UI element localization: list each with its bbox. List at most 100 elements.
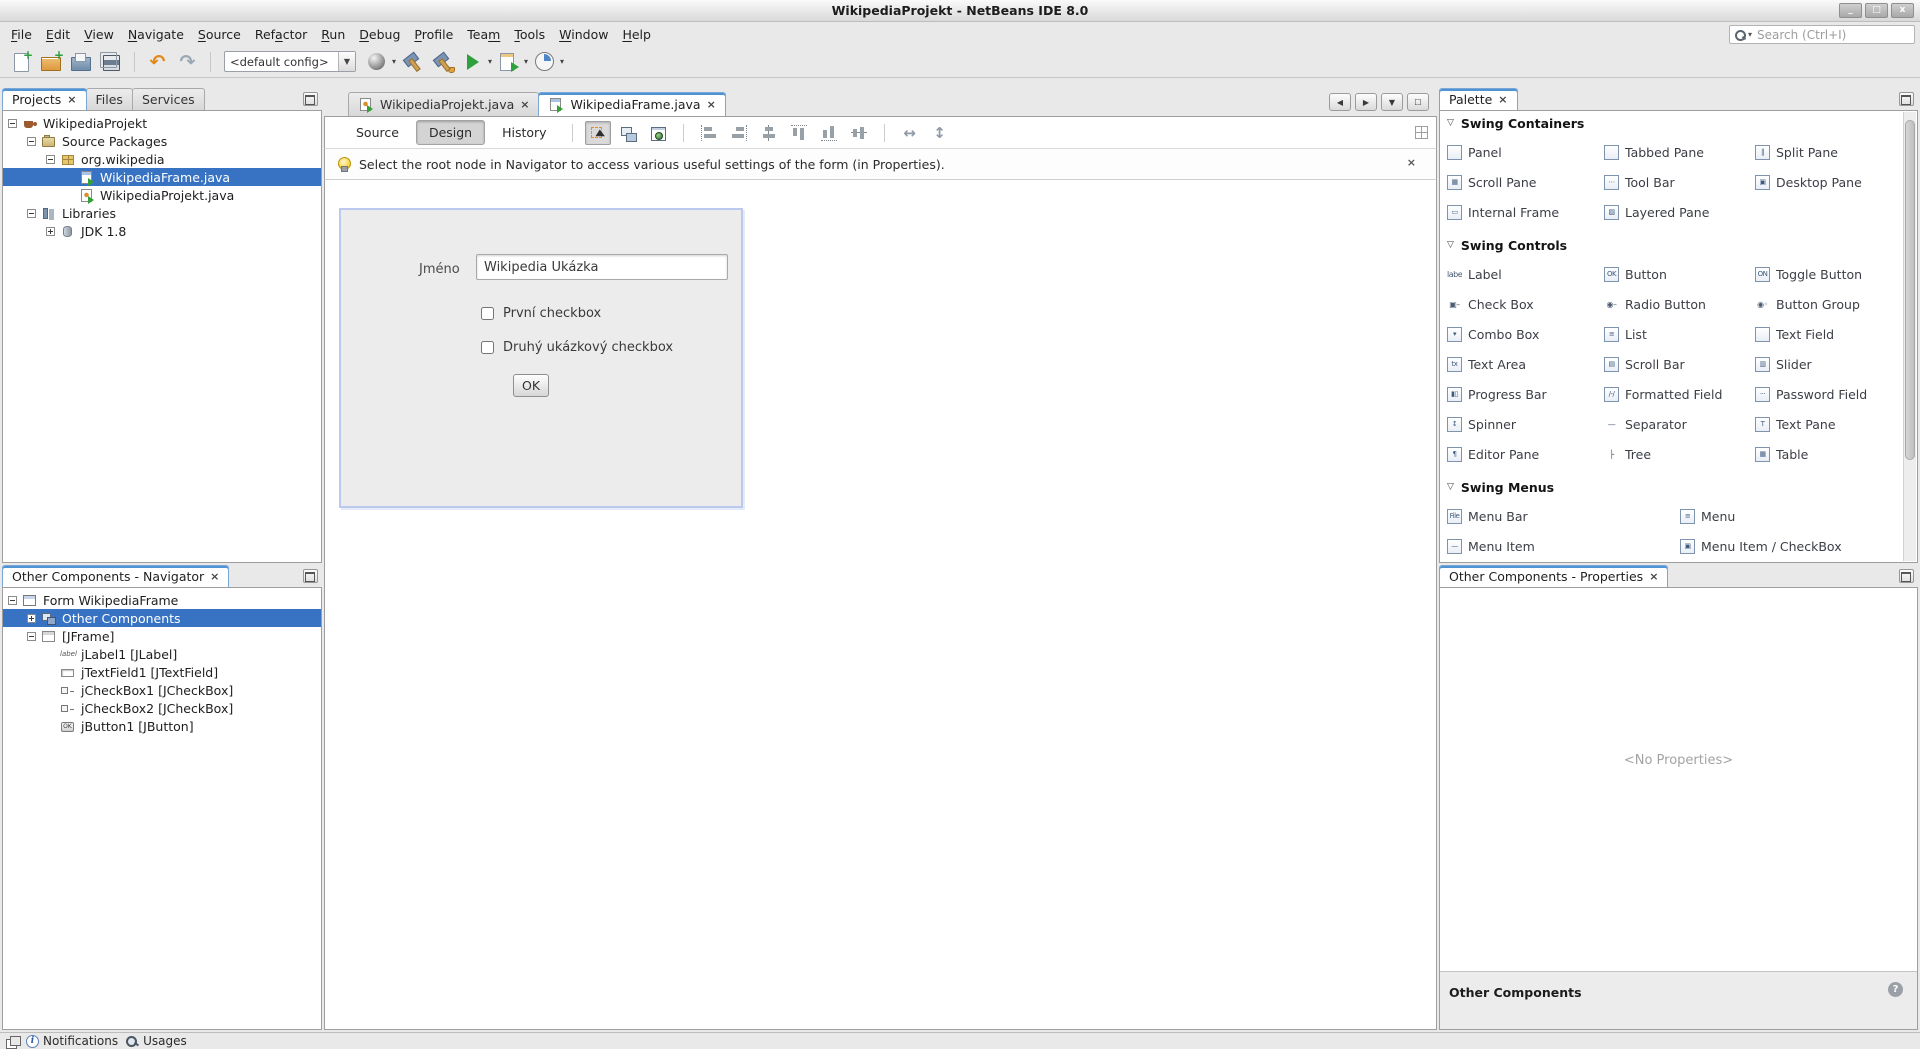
- center-horizontally-button[interactable]: [756, 121, 782, 145]
- palette-scrollbar[interactable]: [1903, 112, 1916, 561]
- tab-navigator[interactable]: Other Components - Navigator: [2, 565, 229, 587]
- palette-item[interactable]: /-/ Formatted Field: [1604, 384, 1755, 405]
- palette-item[interactable]: ◉◦ Button Group: [1755, 294, 1917, 315]
- tree-row[interactable]: [JFrame]: [3, 627, 321, 645]
- tree-row[interactable]: JDK 1.8: [3, 222, 321, 240]
- palette-item[interactable]: OK Button: [1604, 264, 1755, 285]
- globe-button[interactable]: [363, 49, 390, 75]
- form-checkbox1[interactable]: [481, 307, 494, 320]
- jframe-design-surface[interactable]: Jméno První checkbox Druhý ukázkový chec…: [339, 208, 743, 508]
- palette-item[interactable]: ▨ Layered Pane: [1604, 202, 1755, 223]
- tree-row[interactable]: Libraries: [3, 204, 321, 222]
- run-project-button[interactable]: [459, 49, 486, 75]
- palette-item[interactable]: ≡ Menu: [1680, 506, 1917, 527]
- tree-row[interactable]: WikipediaFrame.java: [3, 168, 321, 186]
- minimize-panel-button[interactable]: [303, 92, 318, 106]
- tree-toggle[interactable]: [27, 614, 36, 623]
- palette-item[interactable]: Panel: [1447, 142, 1604, 163]
- palette-item[interactable]: label Label: [1447, 264, 1604, 285]
- form-name-label[interactable]: Jméno: [419, 262, 460, 277]
- help-icon[interactable]: [1888, 982, 1903, 997]
- palette-item[interactable]: ON Toggle Button: [1755, 264, 1917, 285]
- scrollbar-thumb[interactable]: [1905, 120, 1915, 460]
- open-project-button[interactable]: [68, 49, 95, 75]
- palette-item[interactable]: Text Field: [1755, 324, 1917, 345]
- build-project-button[interactable]: [399, 49, 426, 75]
- scroll-tabs-right-button[interactable]: ▶: [1355, 93, 1377, 111]
- tree-toggle[interactable]: [46, 155, 55, 164]
- align-bottom-button[interactable]: [816, 121, 842, 145]
- menu-item[interactable]: File: [4, 25, 39, 44]
- palette-item[interactable]: — Menu Item: [1447, 536, 1680, 557]
- palette-item[interactable]: ▦ Table: [1755, 444, 1917, 465]
- tree-toggle[interactable]: [8, 119, 17, 128]
- menu-item[interactable]: Debug: [352, 25, 407, 44]
- tree-row[interactable]: jCheckBox2 [JCheckBox]: [3, 699, 321, 717]
- close-icon[interactable]: [67, 95, 76, 105]
- menu-item[interactable]: Tools: [507, 25, 552, 44]
- tree-row[interactable]: jButton1 [JButton]: [3, 717, 321, 735]
- palette-item[interactable]: ◉– Radio Button: [1604, 294, 1755, 315]
- tree-toggle[interactable]: [27, 137, 36, 146]
- tab-properties[interactable]: Other Components - Properties: [1439, 565, 1668, 587]
- tree-row[interactable]: Other Components: [3, 609, 321, 627]
- history-view-button[interactable]: History: [489, 120, 559, 145]
- palette-item[interactable]: ▦ Scroll Pane: [1447, 172, 1604, 193]
- horizontal-resizable-button[interactable]: ↔: [897, 121, 923, 145]
- tree-row[interactable]: WikipediaProjekt.java: [3, 186, 321, 204]
- tree-toggle[interactable]: [46, 227, 55, 236]
- close-window-button[interactable]: [1891, 3, 1914, 18]
- palette-item[interactable]: tx Text Area: [1447, 354, 1604, 375]
- window-cascade-icon[interactable]: [6, 1036, 19, 1047]
- menu-item[interactable]: Refactor: [248, 25, 314, 44]
- palette-item[interactable]: — Separator: [1604, 414, 1755, 435]
- palette-item[interactable]: ▣ Menu Item / CheckBox: [1680, 536, 1917, 557]
- close-icon[interactable]: [520, 100, 529, 110]
- redo-button[interactable]: [174, 49, 201, 75]
- design-canvas[interactable]: Jméno První checkbox Druhý ukázkový chec…: [324, 180, 1437, 1030]
- undo-button[interactable]: [144, 49, 171, 75]
- usages-button[interactable]: Usages: [125, 1034, 187, 1048]
- profile-project-button[interactable]: [531, 49, 558, 75]
- palette-item[interactable]: ⋯ Tool Bar: [1604, 172, 1755, 193]
- palette-item[interactable]: ▾ Combo Box: [1447, 324, 1604, 345]
- palette-item[interactable]: ├ Tree: [1604, 444, 1755, 465]
- menu-item[interactable]: Source: [191, 25, 248, 44]
- close-icon[interactable]: [1407, 158, 1416, 168]
- palette-item[interactable]: File Menu Bar: [1447, 506, 1680, 527]
- palette-item[interactable]: ▮▯ Progress Bar: [1447, 384, 1604, 405]
- source-view-button[interactable]: Source: [343, 120, 412, 145]
- menu-item[interactable]: Navigate: [121, 25, 191, 44]
- menu-item[interactable]: Window: [552, 25, 615, 44]
- tree-row[interactable]: jLabel1 [JLabel]: [3, 645, 321, 663]
- form-checkbox1-label[interactable]: První checkbox: [503, 306, 601, 321]
- debug-project-button[interactable]: [495, 49, 522, 75]
- maximize-window-button[interactable]: [1865, 3, 1888, 18]
- menu-item[interactable]: Run: [314, 25, 352, 44]
- minimize-panel-button[interactable]: [1899, 569, 1914, 583]
- search-input[interactable]: [1757, 28, 1910, 42]
- clean-build-project-button[interactable]: [429, 49, 456, 75]
- project-configuration-selector[interactable]: <default config> ▼: [224, 51, 356, 72]
- minimize-panel-button[interactable]: [1899, 92, 1914, 106]
- design-view-button[interactable]: Design: [416, 120, 485, 145]
- tree-row[interactable]: org.wikipedia: [3, 150, 321, 168]
- tree-toggle[interactable]: [27, 209, 36, 218]
- dropdown-arrow-icon[interactable]: ▾: [524, 57, 528, 66]
- tree-row[interactable]: Form WikipediaFrame: [3, 591, 321, 609]
- tab-files[interactable]: Files: [86, 88, 133, 110]
- palette-section-swing-menus[interactable]: ▽ Swing Menus: [1440, 475, 1917, 499]
- close-icon[interactable]: [707, 100, 716, 110]
- tree-row[interactable]: WikipediaProjekt: [3, 114, 321, 132]
- palette-item[interactable]: ··· Password Field: [1755, 384, 1917, 405]
- palette-item[interactable]: ¶ Editor Pane: [1447, 444, 1604, 465]
- menu-item[interactable]: Team: [460, 25, 507, 44]
- tab-list-button[interactable]: ▼: [1381, 93, 1403, 111]
- palette-section-swing-containers[interactable]: ▽ Swing Containers: [1440, 111, 1917, 135]
- tree-row[interactable]: Source Packages: [3, 132, 321, 150]
- palette-item[interactable]: ↕ Spinner: [1447, 414, 1604, 435]
- palette-item[interactable]: ▭ Internal Frame: [1447, 202, 1604, 223]
- form-name-textfield[interactable]: [476, 254, 728, 280]
- tab-projects[interactable]: Projects: [2, 88, 87, 110]
- tab-palette[interactable]: Palette: [1439, 88, 1518, 110]
